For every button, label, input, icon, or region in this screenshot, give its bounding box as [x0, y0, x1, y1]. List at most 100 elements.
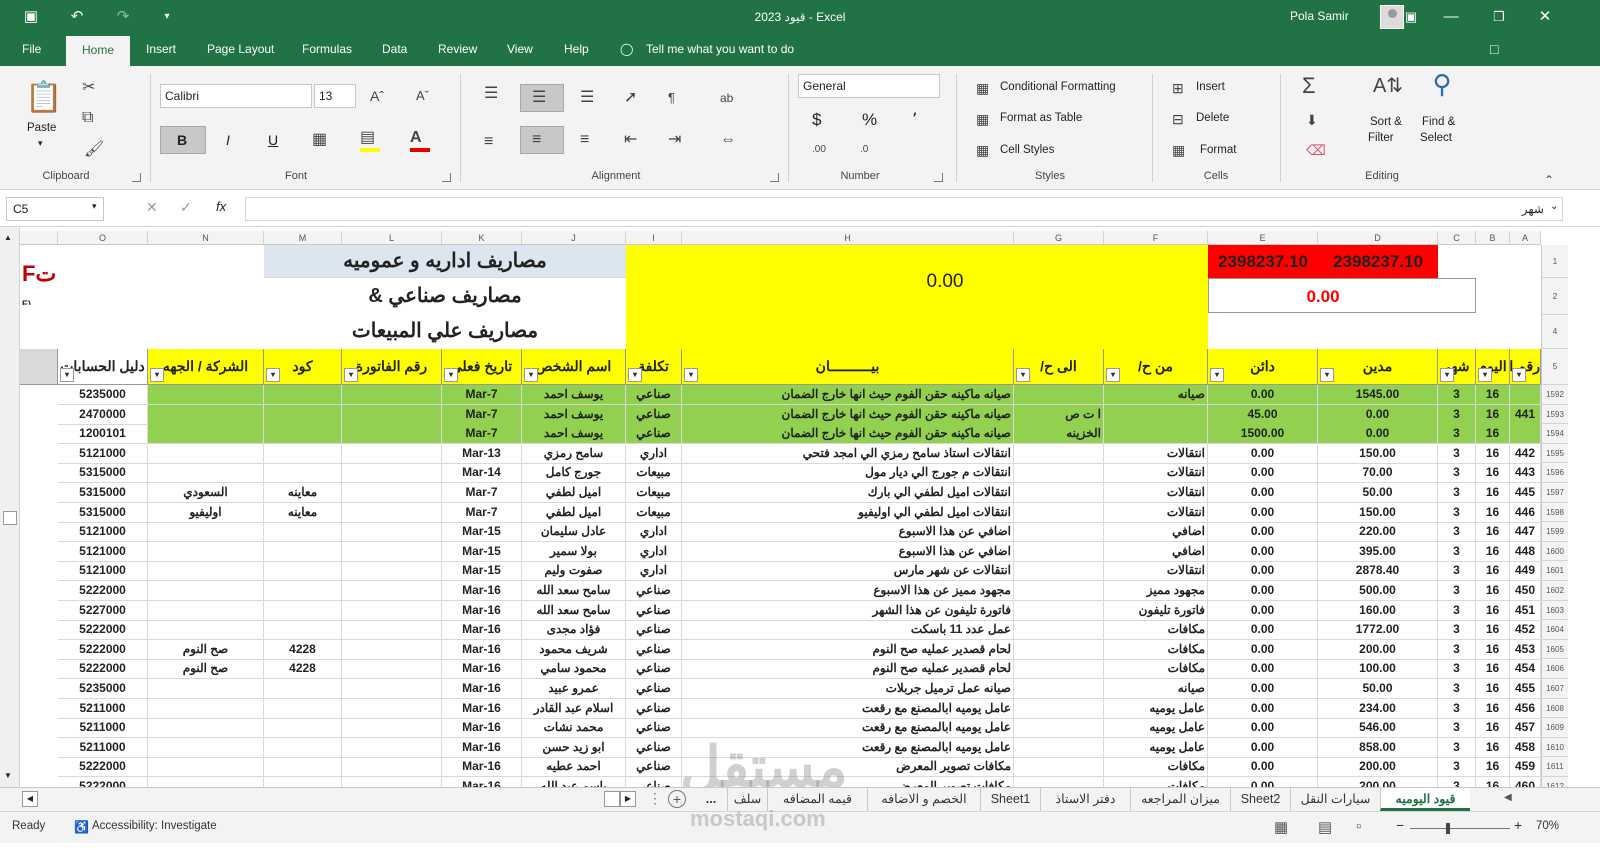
- cell-n[interactable]: [148, 385, 264, 405]
- cell-b[interactable]: 16: [1476, 385, 1510, 405]
- cell-g[interactable]: الخزينه: [1014, 424, 1104, 445]
- cell-m[interactable]: [264, 463, 342, 484]
- cell-k[interactable]: 7-Mar: [442, 483, 522, 503]
- cell-k[interactable]: 14-Mar: [442, 463, 522, 484]
- cell-j[interactable]: اسلام عبد القادر: [522, 698, 626, 719]
- cell-g[interactable]: [1014, 698, 1104, 719]
- cell-h[interactable]: عمل عدد 11 باسكت: [682, 620, 1014, 641]
- page-layout-view-icon[interactable]: ▤: [1318, 818, 1332, 836]
- tab-page-layout[interactable]: Page Layout: [205, 34, 276, 66]
- comma-button[interactable]: ٬: [912, 110, 917, 130]
- cell-f[interactable]: اضافي: [1104, 541, 1208, 562]
- filter-dropdown-icon[interactable]: ▾: [344, 368, 358, 382]
- row-header[interactable]: 1593: [1541, 404, 1568, 425]
- cell-n[interactable]: [148, 698, 264, 719]
- undo-icon[interactable]: ↶: [66, 7, 88, 27]
- cell-n[interactable]: [148, 404, 264, 425]
- cell-g[interactable]: [1014, 777, 1104, 787]
- cell-i[interactable]: صناعي: [626, 679, 682, 699]
- row-header[interactable]: 1611: [1541, 757, 1568, 777]
- cell-g[interactable]: [1014, 639, 1104, 660]
- cell-m[interactable]: معاينه: [264, 483, 342, 503]
- cell-i[interactable]: اداري: [626, 522, 682, 543]
- cell-f[interactable]: صيانه: [1104, 385, 1208, 405]
- cell-f[interactable]: عامل يوميه: [1104, 698, 1208, 719]
- cell-o[interactable]: 5235000: [58, 385, 148, 405]
- cell-b[interactable]: 16: [1476, 404, 1510, 425]
- column-header-a[interactable]: A: [1510, 231, 1541, 245]
- cell-a[interactable]: [1510, 424, 1541, 445]
- filter-dropdown-icon[interactable]: ▾: [1106, 368, 1120, 382]
- row-header[interactable]: 1604: [1541, 620, 1568, 640]
- cell-i[interactable]: اداري: [626, 443, 682, 464]
- row-header[interactable]: 5: [1541, 349, 1568, 385]
- cell-n[interactable]: [148, 581, 264, 601]
- cell-f[interactable]: مكافات: [1104, 757, 1208, 778]
- cell-l[interactable]: [342, 600, 442, 621]
- cell-o[interactable]: 5211000: [58, 737, 148, 758]
- delete-cells-button[interactable]: Delete: [1196, 112, 1229, 124]
- cell-b[interactable]: 16: [1476, 718, 1510, 739]
- cell-k[interactable]: 16-Mar: [442, 718, 522, 739]
- hscroll-left-icon[interactable]: ◀: [22, 791, 38, 807]
- cell-c[interactable]: 3: [1438, 679, 1476, 699]
- minimize-icon[interactable]: —: [1440, 7, 1462, 27]
- accessibility-status[interactable]: Accessibility: Investigate: [92, 820, 217, 832]
- cell-d[interactable]: 234.00: [1318, 698, 1438, 719]
- column-header-d[interactable]: D: [1318, 231, 1438, 245]
- column-header-stub[interactable]: [20, 231, 58, 245]
- cell-e[interactable]: 0.00: [1208, 483, 1318, 503]
- zoom-in-icon[interactable]: +: [1514, 817, 1522, 833]
- cell-k[interactable]: 16-Mar: [442, 600, 522, 621]
- cell-c[interactable]: 3: [1438, 777, 1476, 787]
- cell-i[interactable]: صناعي: [626, 698, 682, 719]
- cell-a[interactable]: 441: [1510, 404, 1541, 425]
- increase-indent-icon[interactable]: ⇥: [668, 130, 681, 150]
- cell-f[interactable]: فاتورة تليفون: [1104, 600, 1208, 621]
- cell-k[interactable]: 15-Mar: [442, 541, 522, 562]
- cell-m[interactable]: [264, 737, 342, 758]
- cell-h[interactable]: صيانه ماكينه حقن الفوم حيث انها خارج الض…: [682, 404, 1014, 425]
- cell-j[interactable]: اميل لطفي: [522, 502, 626, 523]
- cell-c[interactable]: 3: [1438, 698, 1476, 719]
- cell-e[interactable]: 0.00: [1208, 502, 1318, 523]
- cell-a[interactable]: 460: [1510, 777, 1541, 787]
- cell-l[interactable]: [342, 620, 442, 641]
- cell-o[interactable]: 5222000: [58, 639, 148, 660]
- cell-f[interactable]: مكافات: [1104, 777, 1208, 787]
- increase-decimal-icon[interactable]: .00: [812, 140, 826, 160]
- cell-e[interactable]: 0.00: [1208, 659, 1318, 680]
- cell-n[interactable]: [148, 777, 264, 787]
- underline-button[interactable]: U: [268, 132, 278, 148]
- cell-a[interactable]: 448: [1510, 541, 1541, 562]
- cell-k[interactable]: 7-Mar: [442, 385, 522, 405]
- cell-j[interactable]: عمرو عبيد: [522, 679, 626, 699]
- cell-f[interactable]: صيانه: [1104, 679, 1208, 699]
- cell-c[interactable]: 3: [1438, 561, 1476, 582]
- merge-center-icon[interactable]: ⇔: [720, 130, 736, 150]
- cell-m[interactable]: 4228: [264, 659, 342, 680]
- cell-m[interactable]: [264, 443, 342, 464]
- font-size-select[interactable]: 13: [314, 84, 356, 108]
- cell-k[interactable]: 7-Mar: [442, 404, 522, 425]
- cell-o[interactable]: 5222000: [58, 620, 148, 641]
- cell-m[interactable]: [264, 561, 342, 582]
- cell-j[interactable]: يوسف احمد: [522, 404, 626, 425]
- format-cells-button[interactable]: Format: [1200, 144, 1236, 156]
- cell-g[interactable]: [1014, 443, 1104, 464]
- row-header[interactable]: 1608: [1541, 698, 1568, 719]
- normal-view-icon[interactable]: ▦: [1274, 818, 1288, 836]
- cell-k[interactable]: 16-Mar: [442, 698, 522, 719]
- cell-l[interactable]: [342, 659, 442, 680]
- cell-h[interactable]: اضافي عن هذا الاسبوع: [682, 522, 1014, 543]
- cell-d[interactable]: 100.00: [1318, 659, 1438, 680]
- tab-journal[interactable]: قيود اليوميه: [1380, 788, 1470, 811]
- cell-l[interactable]: [342, 679, 442, 699]
- cell-e[interactable]: 0.00: [1208, 757, 1318, 778]
- cell-n[interactable]: صح النوم: [148, 639, 264, 660]
- cell-h[interactable]: صيانه ماكينه حقن الفوم حيث انها خارج الض…: [682, 424, 1014, 445]
- format-as-table-button[interactable]: Format as Table: [1000, 112, 1082, 124]
- cell-c[interactable]: 3: [1438, 718, 1476, 739]
- cell-g[interactable]: ا ت ص: [1014, 404, 1104, 425]
- collapse-ribbon-icon[interactable]: ⌃: [1544, 170, 1554, 190]
